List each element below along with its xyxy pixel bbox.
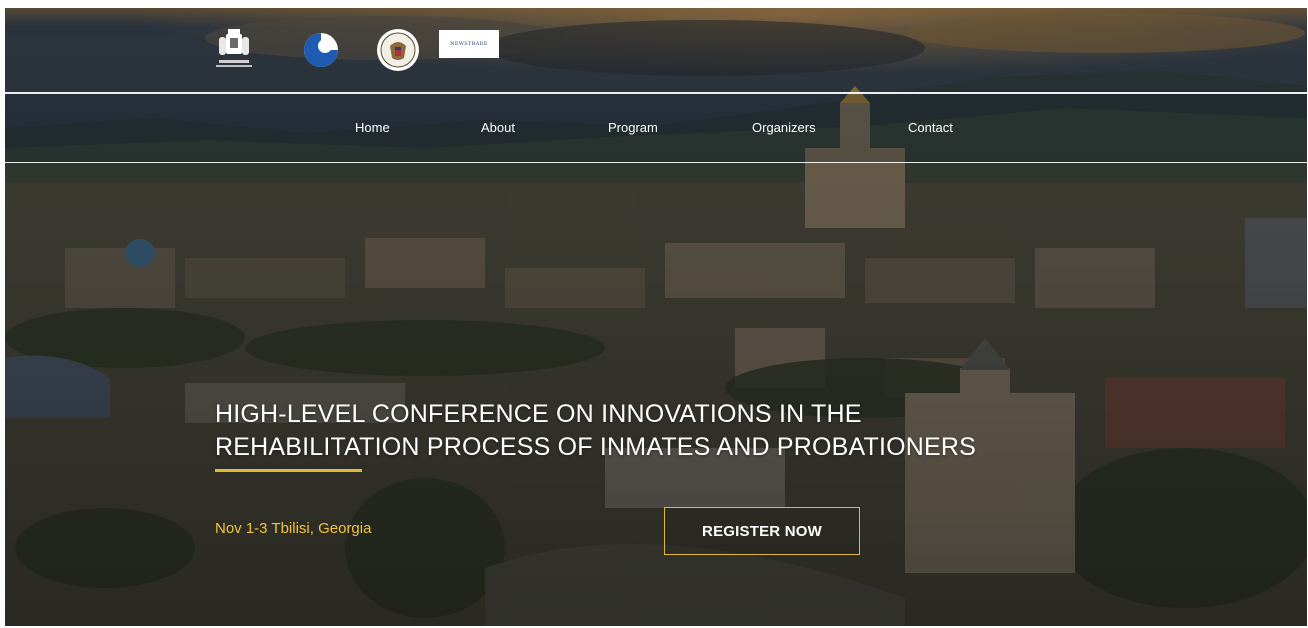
newstrade-logo-text: NEWSTRADE bbox=[450, 41, 488, 47]
nav-program-link[interactable]: Program bbox=[608, 120, 658, 135]
nav-divider-bottom bbox=[5, 162, 1307, 163]
conference-title: HIGH-LEVEL CONFERENCE ON INNOVATIONS IN … bbox=[215, 398, 1115, 464]
nav-organizers-link[interactable]: Organizers bbox=[752, 120, 816, 135]
newstrade-logo[interactable]: NEWSTRADE bbox=[439, 30, 499, 58]
ring-logo-icon[interactable] bbox=[301, 30, 341, 70]
coat-of-arms-icon[interactable] bbox=[213, 28, 255, 72]
nav-home-link[interactable]: Home bbox=[355, 120, 390, 135]
register-now-button[interactable]: REGISTER NOW bbox=[664, 507, 860, 555]
nav-contact-link[interactable]: Contact bbox=[908, 120, 953, 135]
us-seal-icon[interactable] bbox=[376, 28, 420, 72]
title-underline bbox=[215, 469, 362, 472]
hero-section: NEWSTRADE Home About Program Organizers … bbox=[5, 8, 1307, 626]
nav-about-link[interactable]: About bbox=[481, 120, 515, 135]
conference-title-line-1: HIGH-LEVEL CONFERENCE ON INNOVATIONS IN … bbox=[215, 400, 862, 428]
main-nav: Home About Program Organizers Contact bbox=[5, 94, 1307, 162]
event-dates: Nov 1-3 Tbilisi, Georgia bbox=[215, 520, 372, 537]
page: NEWSTRADE Home About Program Organizers … bbox=[0, 0, 1308, 628]
conference-title-line-2: REHABILITATION PROCESS OF INMATES AND PR… bbox=[215, 433, 977, 461]
